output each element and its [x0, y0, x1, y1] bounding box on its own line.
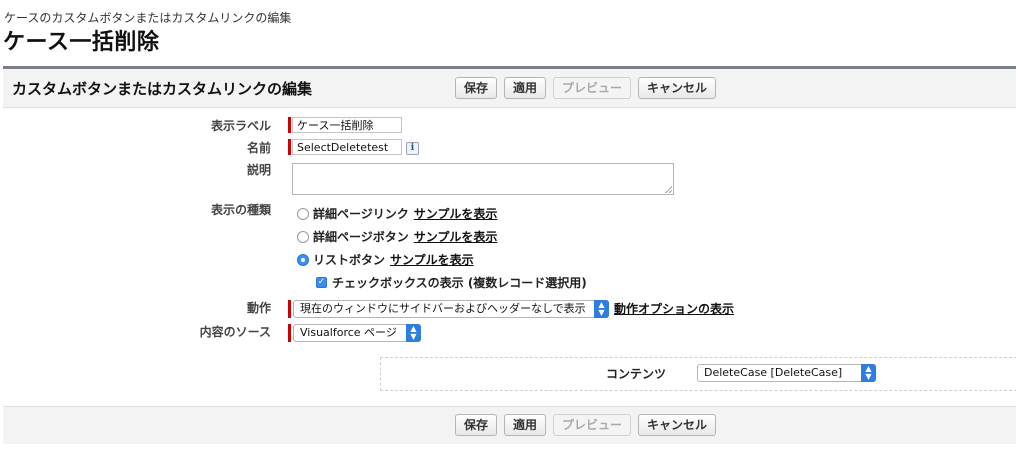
behavior-options-link[interactable]: 動作オプションの表示	[614, 300, 734, 317]
save-button[interactable]: 保存	[455, 77, 498, 99]
content-label: コンテンツ	[606, 367, 667, 381]
panel-footer: 保存 適用 プレビュー キャンセル	[3, 406, 1016, 444]
description-textarea[interactable]	[292, 163, 674, 195]
content-section: コンテンツ DeleteCase [DeleteCase] ▲ ▼	[380, 357, 1016, 391]
radio-checked-icon[interactable]	[297, 253, 309, 266]
radio-unchecked-icon[interactable]	[297, 207, 309, 220]
content-select-value: DeleteCase [DeleteCase]	[704, 366, 843, 379]
radio-label: 詳細ページボタン	[313, 230, 409, 244]
resize-handle-icon[interactable]	[665, 186, 672, 193]
page-title: ケース一括削除	[3, 30, 160, 55]
cancel-button[interactable]: キャンセル	[638, 414, 717, 436]
checkbox-row[interactable]: ✓ チェックボックスの表示 (複数レコード選択用)	[316, 274, 587, 291]
content-select[interactable]: DeleteCase [DeleteCase] ▲ ▼	[697, 364, 876, 382]
content-source-select[interactable]: Visualforce ページ ▲ ▼	[293, 324, 421, 342]
radio-detail-page-button[interactable]: 詳細ページボタン サンプルを表示	[297, 228, 497, 245]
behavior-label: 動作	[246, 301, 271, 315]
name-label: 名前	[246, 141, 271, 155]
radio-detail-page-link[interactable]: 詳細ページリンク サンプルを表示	[297, 205, 497, 222]
bottom-button-row: 保存 適用 プレビュー キャンセル	[455, 414, 717, 436]
cancel-button[interactable]: キャンセル	[638, 77, 717, 99]
radio-label: 詳細ページリンク	[313, 207, 409, 221]
apply-button[interactable]: 適用	[504, 414, 547, 436]
checkbox-checked-icon[interactable]: ✓	[316, 277, 327, 288]
save-button[interactable]: 保存	[455, 414, 498, 436]
required-marker	[288, 139, 291, 155]
behavior-options-row: 動作オプションの表示	[614, 300, 734, 317]
description-label: 説明	[246, 163, 271, 177]
radio-list-button[interactable]: リストボタン サンプルを表示	[297, 251, 474, 268]
required-marker	[288, 324, 291, 342]
behavior-select[interactable]: 現在のウィンドウにサイドバーおよびヘッダーなしで表示 ▲ ▼	[293, 300, 609, 318]
checkbox-label: チェックボックスの表示 (複数レコード選択用)	[332, 276, 587, 290]
sample-link[interactable]: サンプルを表示	[414, 228, 498, 245]
radio-unchecked-icon[interactable]	[297, 230, 309, 243]
sample-link[interactable]: サンプルを表示	[390, 251, 474, 268]
edit-panel: カスタムボタンまたはカスタムリンクの編集 保存 適用 プレビュー キャンセル 表…	[3, 66, 1016, 444]
display-type-label: 表示の種類	[210, 203, 271, 217]
content-source-label: 内容のソース	[199, 325, 271, 339]
sample-link[interactable]: サンプルを表示	[414, 205, 498, 222]
preview-button[interactable]: プレビュー	[553, 414, 632, 436]
preview-button[interactable]: プレビュー	[553, 77, 632, 99]
required-marker	[288, 300, 291, 318]
select-arrows-icon[interactable]: ▲ ▼	[861, 364, 876, 382]
display-label-input[interactable]: ケース一括削除	[292, 117, 402, 133]
panel-header: カスタムボタンまたはカスタムリンクの編集 保存 適用 プレビュー キャンセル	[3, 69, 1016, 108]
select-arrows-icon[interactable]: ▲ ▼	[594, 300, 609, 318]
apply-button[interactable]: 適用	[504, 77, 547, 99]
behavior-select-value: 現在のウィンドウにサイドバーおよびヘッダーなしで表示	[300, 302, 586, 315]
name-input[interactable]: SelectDeletetest	[292, 139, 402, 155]
display-label-label: 表示ラベル	[210, 119, 271, 133]
required-marker	[288, 117, 291, 133]
content-source-select-value: Visualforce ページ	[300, 326, 397, 339]
panel-title: カスタムボタンまたはカスタムリンクの編集	[12, 80, 313, 98]
radio-label: リストボタン	[313, 253, 386, 267]
top-button-row: 保存 適用 プレビュー キャンセル	[455, 77, 717, 99]
select-arrows-icon[interactable]: ▲ ▼	[406, 324, 421, 342]
info-icon[interactable]: i	[406, 142, 419, 155]
